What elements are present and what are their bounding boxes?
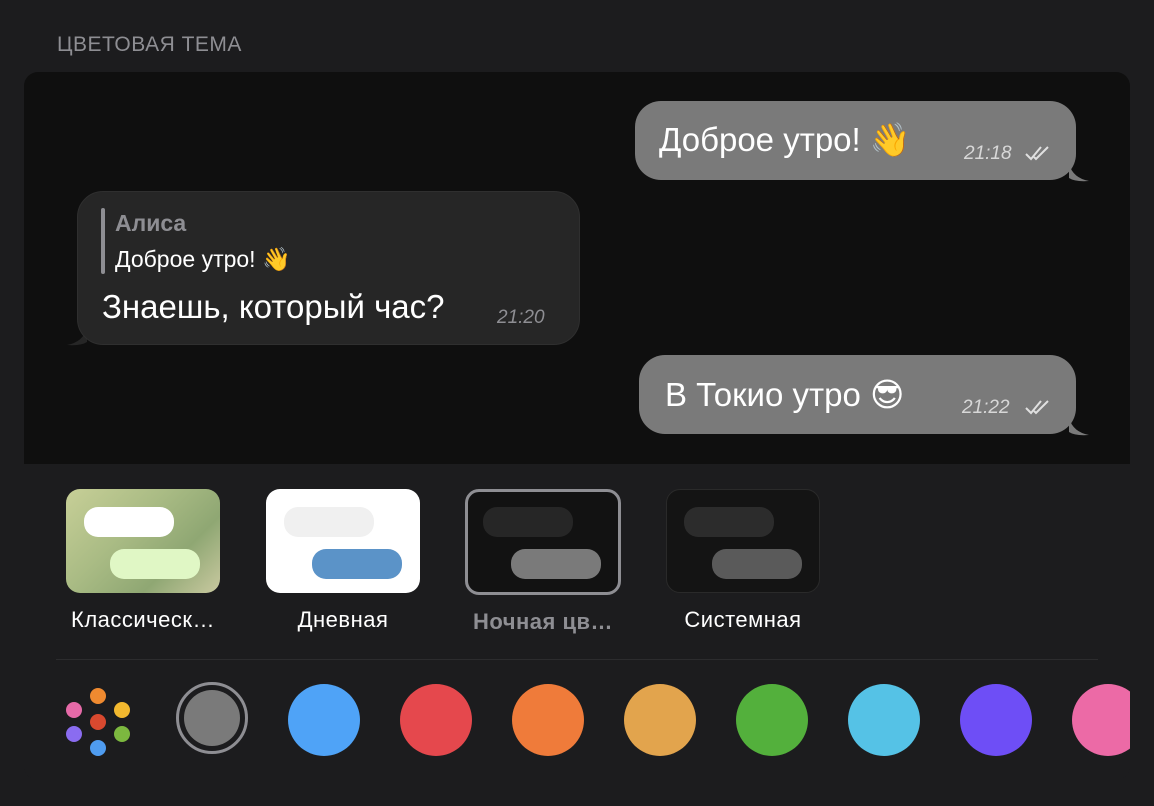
reply-text: Доброе утро! 👋: [115, 246, 291, 272]
theme-thumbnail: [66, 489, 220, 593]
color-swatch-green[interactable]: [736, 684, 808, 756]
message-time: 21:20: [497, 307, 545, 328]
color-swatch-purple[interactable]: [960, 684, 1032, 756]
theme-label: Дневная: [297, 607, 389, 632]
double-check-icon: [1025, 146, 1049, 161]
reply-bar: [101, 208, 105, 274]
bubble-tail: [1069, 418, 1089, 436]
chat-preview: Доброе утро! 👋 21:18 Алиса Доброе утро! …: [24, 72, 1130, 464]
message-time: 21:22: [962, 397, 1010, 418]
color-swatch-gray[interactable]: [176, 682, 248, 754]
theme-thumbnail: [666, 489, 820, 593]
theme-label: Системная: [684, 607, 802, 632]
double-check-icon: [1025, 400, 1049, 415]
message-text: В Токио утро 😎: [665, 376, 905, 413]
section-title: ЦВЕТОВАЯ ТЕМА: [57, 33, 242, 56]
outgoing-message: Доброе утро! 👋 21:18: [635, 101, 1076, 180]
message-text: Знаешь, который час?: [102, 288, 445, 325]
outgoing-message: В Токио утро 😎 21:22: [639, 355, 1076, 434]
color-swatch-pink[interactable]: [1072, 684, 1130, 756]
accent-color-picker: [24, 672, 1130, 780]
theme-option-day[interactable]: Дневная: [264, 489, 422, 633]
message-time: 21:18: [964, 143, 1012, 164]
divider: [56, 659, 1098, 660]
bubble-tail: [1069, 164, 1089, 182]
reply-author: Алиса: [115, 210, 187, 236]
color-swatch-red[interactable]: [400, 684, 472, 756]
custom-palette-icon[interactable]: [60, 684, 136, 760]
theme-picker: Классическ… Дневная Ночная цв… Системная: [24, 464, 1130, 664]
color-swatch-yellow[interactable]: [624, 684, 696, 756]
theme-card: Доброе утро! 👋 21:18 Алиса Доброе утро! …: [24, 72, 1130, 780]
theme-label: Классическ…: [71, 607, 215, 632]
color-swatch-orange[interactable]: [512, 684, 584, 756]
theme-option-night[interactable]: Ночная цв…: [464, 489, 622, 635]
incoming-message: Алиса Доброе утро! 👋 Знаешь, который час…: [77, 191, 580, 345]
message-text: Доброе утро! 👋: [659, 121, 911, 158]
theme-thumbnail: [465, 489, 621, 595]
theme-option-classic[interactable]: Классическ…: [64, 489, 222, 633]
theme-label: Ночная цв…: [472, 609, 614, 634]
color-swatch-cyan[interactable]: [848, 684, 920, 756]
theme-option-system[interactable]: Системная: [664, 489, 822, 633]
color-swatch-blue[interactable]: [288, 684, 360, 756]
theme-thumbnail: [266, 489, 420, 593]
